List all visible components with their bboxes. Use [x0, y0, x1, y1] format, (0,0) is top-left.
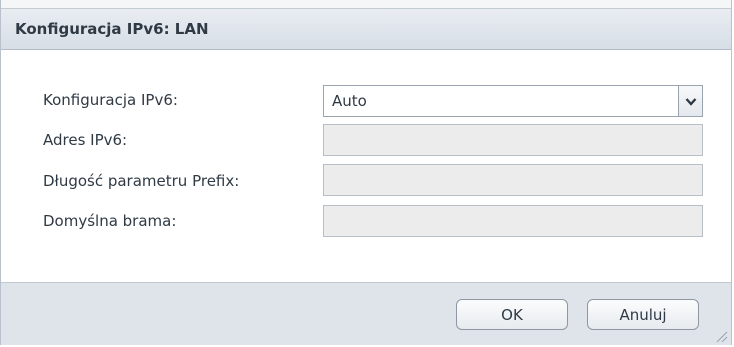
prefix-length-label: Długość parametru Prefix:: [43, 172, 240, 190]
cancel-button[interactable]: Anuluj: [587, 299, 699, 330]
ipv6-config-selected-value: Auto: [332, 92, 367, 110]
dialog-footer: OK Anuluj: [1, 282, 731, 345]
ipv6-address-label: Adres IPv6:: [43, 131, 128, 149]
dialog-title-bar[interactable]: Konfiguracja IPv6: LAN: [1, 8, 731, 50]
window-top-strip: [1, 0, 731, 8]
default-gateway-field: [323, 205, 703, 237]
resize-grip-icon[interactable]: [714, 328, 728, 343]
ipv6-address-field: [323, 124, 703, 156]
ok-button[interactable]: OK: [456, 299, 568, 330]
ipv6-config-select[interactable]: Auto: [323, 85, 703, 117]
dialog-title: Konfiguracja IPv6: LAN: [15, 20, 209, 38]
default-gateway-label: Domyślna brama:: [43, 212, 177, 230]
dialog-body: Konfiguracja IPv6: Auto Adres IPv6: Dług…: [1, 50, 731, 282]
chevron-down-icon[interactable]: [678, 86, 702, 116]
prefix-length-field: [323, 164, 703, 196]
ipv6-config-dialog: Konfiguracja IPv6: LAN Konfiguracja IPv6…: [0, 0, 732, 345]
ipv6-config-label: Konfiguracja IPv6:: [43, 91, 178, 109]
